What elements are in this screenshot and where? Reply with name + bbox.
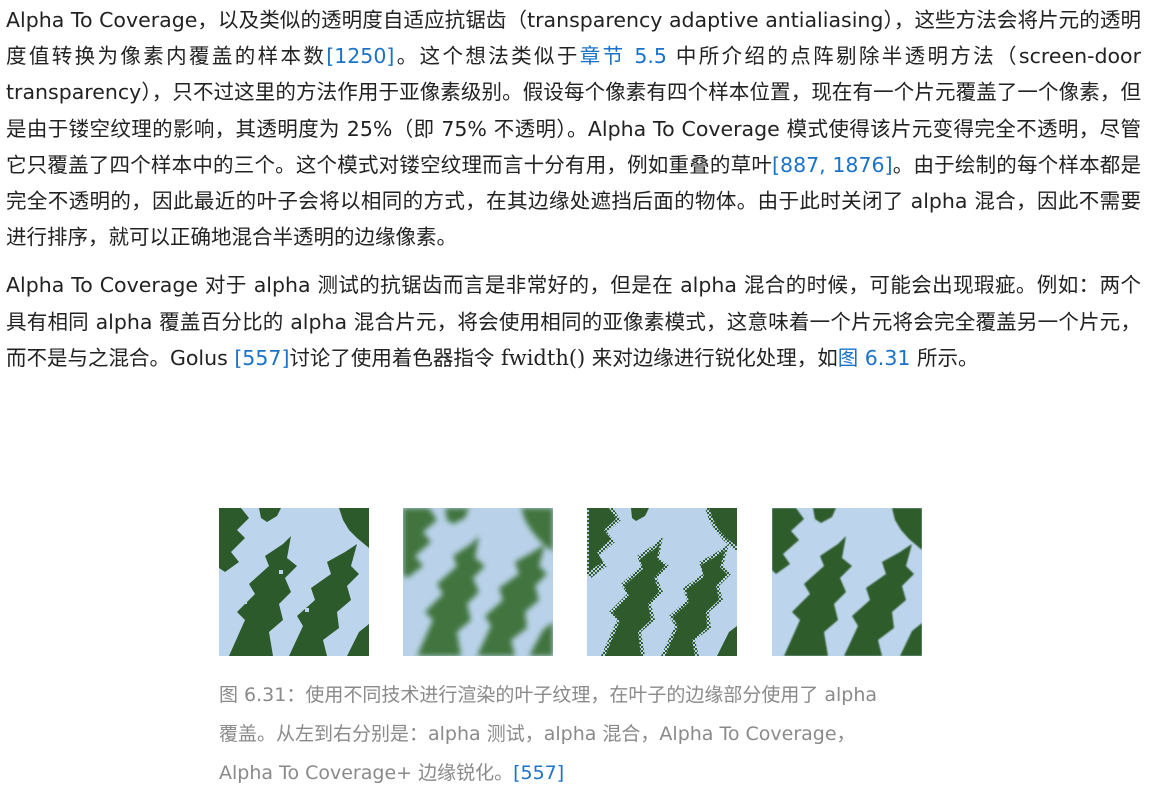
leaf-image-alpha-test [219,508,369,656]
text-run: 来对边缘进行锐化处理，如 [585,345,838,370]
caption-citation-link[interactable]: [557] [513,762,564,784]
figure-image-strip [219,508,923,656]
leaf-image-alpha-to-coverage [587,508,737,656]
paragraph-alpha-to-coverage: Alpha To Coverage，以及类似的透明度自适应抗锯齿（transpa… [6,0,1141,255]
citation-link[interactable]: [1250] [326,44,394,68]
citation-link[interactable]: [557] [234,346,289,370]
leaf-image-alpha-blend [403,508,553,656]
section-link[interactable]: 章节 5.5 [580,44,667,68]
leaf-texture-alpha-to-coverage [587,508,737,656]
text-run: 。这个想法类似于 [394,44,580,69]
figure-caption: 图 6.31：使用不同技术进行渲染的叶子纹理，在叶子的边缘部分使用了 alpha… [219,676,899,793]
leaf-texture-alpha-to-coverage-sharpened [772,508,922,656]
figure-6-31 [219,508,923,656]
inline-code-fwidth: fwidth() [500,345,586,370]
document-page: Alpha To Coverage，以及类似的透明度自适应抗锯齿（transpa… [0,0,1149,793]
figure-link[interactable]: 图 6.31 [838,346,911,370]
text-run: 所示。 [910,345,979,370]
paragraph-artifacts: Alpha To Coverage 对于 alpha 测试的抗锯齿而言是非常好的… [6,267,1141,376]
leaf-image-alpha-to-coverage-sharpened [772,508,922,656]
leaf-texture-alpha-test [219,508,369,656]
text-run: 讨论了使用着色器指令 [289,345,501,370]
leaf-texture-alpha-blend [403,508,553,656]
citation-link[interactable]: [887, 1876] [772,153,893,177]
